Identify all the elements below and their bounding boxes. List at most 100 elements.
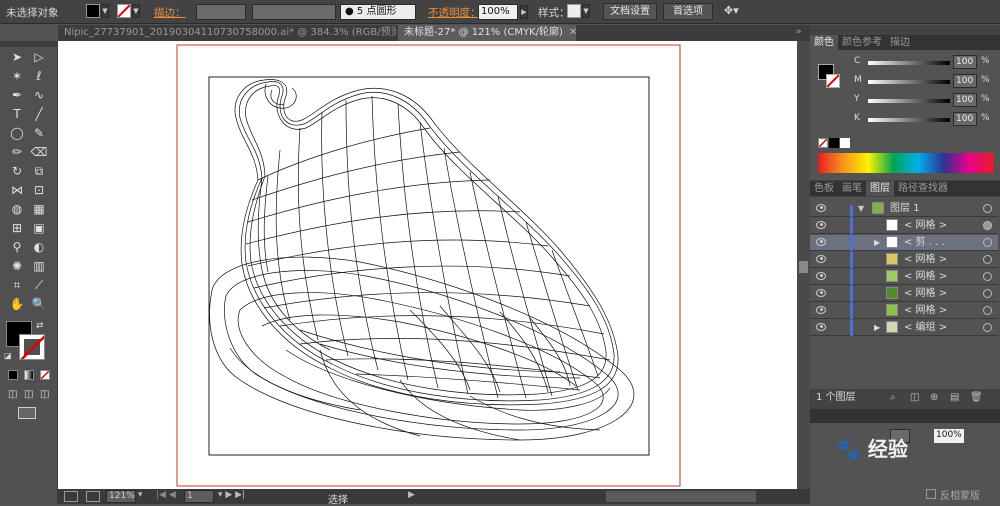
layer-row[interactable]: < 网格 > [810, 269, 998, 285]
close-icon[interactable]: ✕ [569, 27, 576, 38]
eraser-tool-icon[interactable]: ⌫ [30, 144, 48, 160]
variable-width-profile[interactable] [252, 4, 336, 20]
style-dropdown[interactable]: ▼ [582, 4, 590, 18]
visibility-eye-icon[interactable] [816, 238, 826, 246]
visibility-eye-icon[interactable] [816, 204, 826, 212]
share-icon[interactable] [86, 491, 100, 502]
pencil-tool-icon[interactable]: ✏ [8, 144, 26, 160]
horizontal-scrollbar[interactable] [606, 491, 756, 502]
expand-arrow-icon[interactable]: ▼ [858, 201, 864, 216]
scrollbar-thumb[interactable] [799, 261, 808, 273]
opacity-label[interactable]: 不透明度： [428, 5, 481, 20]
artboard-navigation-icon[interactable] [64, 491, 78, 502]
type-tool-icon[interactable]: T [8, 106, 26, 122]
preferences-button[interactable]: 首选项 [663, 3, 713, 20]
width-tool-icon[interactable]: ⋈ [8, 182, 26, 198]
page-input[interactable]: 1 [184, 490, 214, 503]
transparency-opacity-input[interactable]: 100% [934, 429, 964, 443]
channel-y-input[interactable]: 100 [953, 93, 977, 107]
rotate-tool-icon[interactable]: ↻ [8, 163, 26, 179]
channel-m-input[interactable]: 100 [953, 74, 977, 88]
stroke-swatch[interactable] [117, 4, 131, 18]
target-icon[interactable] [983, 272, 992, 281]
stroke-color-box[interactable] [19, 334, 45, 360]
document-setup-button[interactable]: 文档设置 [603, 3, 657, 20]
selection-tool-icon[interactable]: ➤ [8, 49, 26, 65]
tabs-overflow-icon[interactable]: » [796, 27, 802, 37]
none-color-swatch[interactable] [818, 138, 828, 148]
tab-nipic-document[interactable]: Nipic_27737901_20190304110730758000.ai* … [58, 25, 396, 41]
delete-layer-icon[interactable]: 🗑 [970, 389, 983, 407]
screen-mode-icon[interactable] [18, 407, 36, 419]
perspective-grid-tool-icon[interactable]: ▦ [30, 201, 48, 217]
opacity-input[interactable]: 100% [478, 4, 518, 20]
black-swatch[interactable] [829, 138, 839, 148]
visibility-eye-icon[interactable] [816, 272, 826, 280]
visibility-eye-icon[interactable] [816, 255, 826, 263]
line-tool-icon[interactable]: ╱ [30, 106, 48, 122]
layer-row[interactable]: < 网格 > [810, 252, 998, 268]
layer-row[interactable]: ▶ < 剪 . . . [810, 235, 998, 251]
target-icon[interactable] [983, 221, 992, 230]
eyedropper-tool-icon[interactable]: ⚲ [8, 239, 26, 255]
tab-stroke[interactable]: 描边 [886, 35, 914, 50]
stroke-label[interactable]: 描边： [154, 5, 186, 20]
color-spectrum[interactable] [818, 153, 994, 173]
opacity-dropdown[interactable]: ▶ [520, 5, 528, 19]
layer-row[interactable]: < 网格 > [810, 218, 998, 234]
visibility-eye-icon[interactable] [816, 323, 826, 331]
invert-mask-checkbox[interactable] [926, 489, 936, 499]
blend-tool-icon[interactable]: ◐ [30, 239, 48, 255]
status-menu-icon[interactable]: ▶ [408, 490, 415, 500]
target-icon[interactable] [983, 255, 992, 264]
style-swatch[interactable] [567, 4, 581, 18]
visibility-eye-icon[interactable] [816, 221, 826, 229]
symbol-sprayer-tool-icon[interactable]: ✺ [8, 258, 26, 274]
next-artboard-icon[interactable]: ▾ ▶ ▶| [218, 490, 245, 500]
vertical-scrollbar[interactable] [797, 41, 810, 489]
slice-tool-icon[interactable]: ⟋ [30, 277, 48, 293]
tab-color[interactable]: 颜色 [810, 35, 838, 50]
brush-definition[interactable]: ● 5 点圆形 [340, 4, 416, 20]
draw-inside-icon[interactable]: ◫ [40, 389, 49, 400]
channel-c-slider[interactable] [868, 61, 950, 65]
hand-tool-icon[interactable]: ✋ [8, 296, 26, 312]
gradient-mode-icon[interactable] [24, 370, 34, 380]
target-icon[interactable] [983, 306, 992, 315]
stroke-dropdown[interactable]: ▼ [132, 4, 140, 18]
first-artboard-icon[interactable]: |◀ ◀ [156, 490, 176, 500]
channel-c-input[interactable]: 100 [953, 55, 977, 69]
visibility-eye-icon[interactable] [816, 306, 826, 314]
scale-tool-icon[interactable]: ⧉ [30, 163, 48, 179]
channel-k-input[interactable]: 100 [953, 112, 977, 126]
ellipse-tool-icon[interactable]: ◯ [8, 125, 26, 141]
zoom-dropdown-icon[interactable]: ▾ [138, 490, 143, 500]
target-icon[interactable] [983, 289, 992, 298]
target-icon[interactable] [983, 323, 992, 332]
pepper-mesh[interactable] [209, 79, 635, 441]
artwork-outline[interactable] [58, 41, 797, 489]
column-graph-tool-icon[interactable]: ▥ [30, 258, 48, 274]
layer-row[interactable]: ▶ < 编组 > [810, 320, 998, 336]
tab-color-guide[interactable]: 颜色参考 [838, 35, 886, 50]
zoom-input[interactable]: 121% [106, 490, 136, 503]
zoom-tool-icon[interactable]: 🔍 [30, 296, 48, 312]
direct-selection-tool-icon[interactable]: ▷ [30, 49, 48, 65]
target-icon[interactable] [983, 238, 992, 247]
expand-arrow-icon[interactable]: ▶ [874, 320, 880, 335]
free-transform-tool-icon[interactable]: ⊡ [30, 182, 48, 198]
fill-dropdown[interactable]: ▼ [101, 4, 109, 18]
tab-pathfinder[interactable]: 路径查找器 [894, 181, 952, 196]
channel-y-slider[interactable] [868, 99, 950, 103]
document-canvas[interactable] [58, 41, 797, 489]
tab-untitled-27[interactable]: 未标题-27* @ 121% (CMYK/轮廓) ✕ [398, 25, 576, 41]
shape-builder-tool-icon[interactable]: ◍ [8, 201, 26, 217]
target-icon[interactable] [983, 204, 992, 213]
tab-swatches[interactable]: 色板 [810, 181, 838, 196]
artboard-tool-icon[interactable]: ⌗ [8, 277, 26, 293]
white-swatch[interactable] [840, 138, 850, 148]
channel-k-slider[interactable] [868, 118, 950, 122]
layer-row[interactable]: ▼ 图层 1 [810, 201, 998, 217]
lasso-tool-icon[interactable]: ℓ [30, 68, 48, 84]
paintbrush-tool-icon[interactable]: ✎ [30, 125, 48, 141]
